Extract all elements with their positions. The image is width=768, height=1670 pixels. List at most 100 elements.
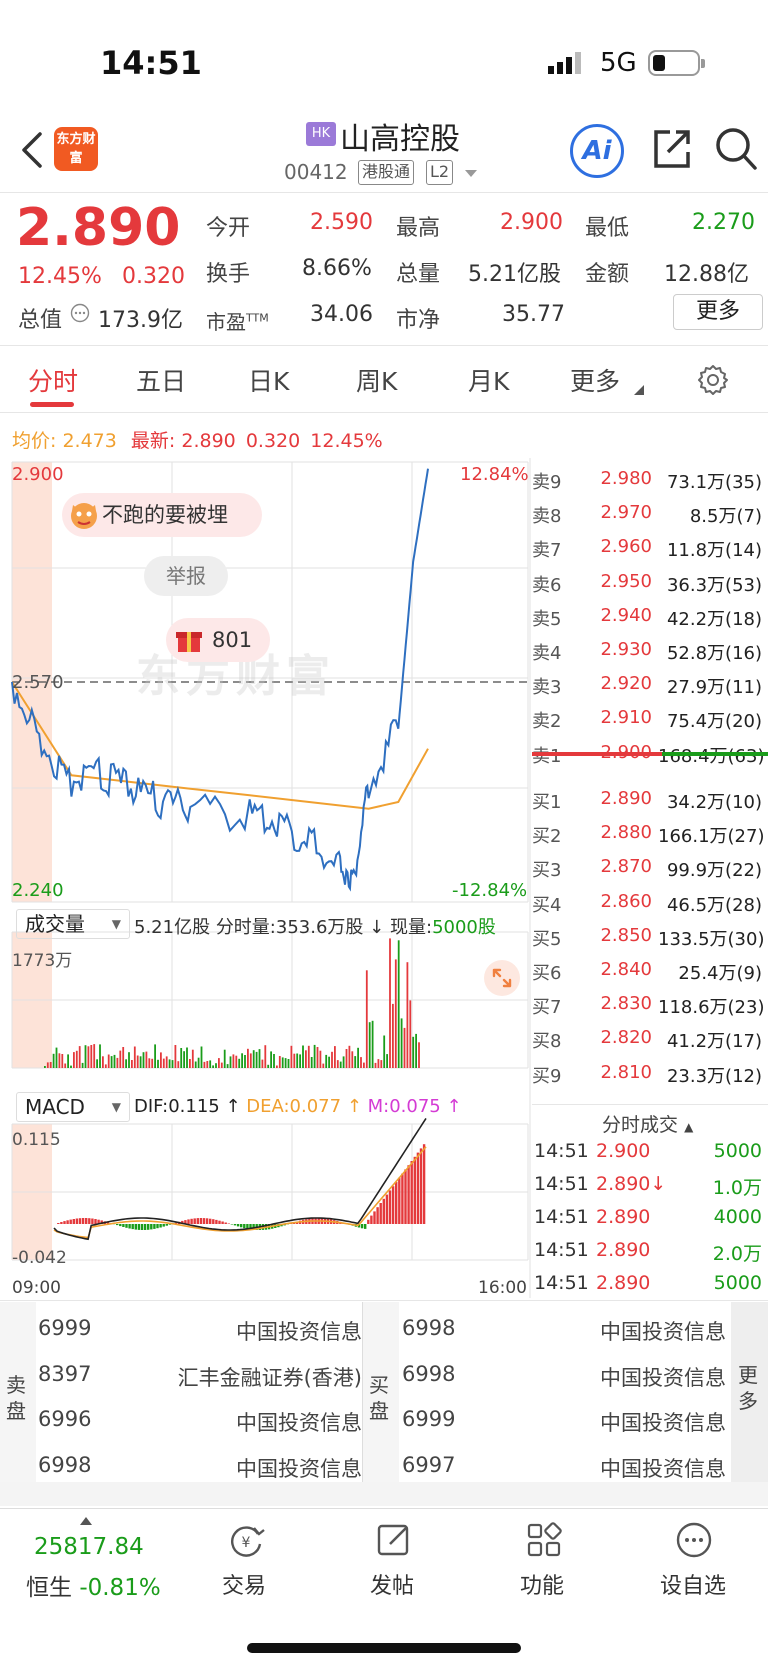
ask-row[interactable]: 卖6 2.950 36.3万(53) [532,571,768,605]
tab-more[interactable]: 更多 [570,362,620,398]
volume-bar [244,1055,246,1068]
sell-broker-row[interactable]: 6999 中国投资信息 [38,1316,362,1344]
search-icon[interactable] [714,126,758,172]
volume-bar [296,1053,299,1068]
post-icon[interactable] [374,1520,414,1560]
macd-bar [140,1224,144,1230]
ask-row[interactable]: 卖12.900168.4万(63) [532,742,768,776]
macd-bar [57,1223,60,1224]
buy-broker-row[interactable]: 6997 中国投资信息 [402,1453,726,1481]
dropdown-icon[interactable] [465,170,477,177]
ask-vol: 42.2万 [666,608,726,630]
gear-icon[interactable] [697,364,729,396]
trade-icon[interactable]: ¥ [226,1520,266,1560]
ask-vol: 73.1万 [666,472,726,493]
bid-row[interactable]: 买1 2.890 34.2万(10) [532,788,768,822]
macd-bar [224,1222,227,1224]
bid-row[interactable]: 买6 2.840 25.4万(9) [532,959,768,993]
ask-volume: 75.4万(20) [658,707,762,733]
pe-label-text: 市盈 [206,310,246,334]
volume-bar [249,1053,252,1068]
bid-row[interactable]: 买4 2.860 46.5万(28) [532,891,768,925]
bid-count: (23) [727,997,765,1019]
nav-functions[interactable]: 功能 [520,1568,564,1600]
bid-row[interactable]: 买7 2.830 118.6万(23) [532,993,768,1027]
ask-vol: 11.8万 [666,540,726,562]
index-value[interactable]: 25817.84 [34,1534,144,1560]
info-icon[interactable] [70,303,90,323]
functions-icon[interactable] [524,1520,564,1560]
volume-bar [409,1000,412,1068]
ask-row[interactable]: 卖5 2.940 42.2万(18) [532,605,768,639]
buy-broker-row[interactable]: 6998 中国投资信息 [402,1362,726,1390]
tab-intraday[interactable]: 分时 [28,362,78,398]
caret-up-icon [80,1517,92,1525]
bid-row[interactable]: 买5 2.850 133.5万(30) [532,925,768,959]
sell-broker-row[interactable]: 6996 中国投资信息 [38,1407,362,1435]
broker-code: 6999 [402,1407,456,1431]
ask-row[interactable]: 卖3 2.920 27.9万(11) [532,673,768,707]
bid-row[interactable]: 买8 2.820 41.2万(17) [532,1027,768,1061]
nav-watchlist[interactable]: 设自选 [660,1568,726,1600]
macd-bar [370,1215,373,1224]
tab-daily[interactable]: 日K [248,362,289,398]
ask-row[interactable]: 卖4 2.930 52.8万(16) [532,639,768,673]
ai-button[interactable]: Ai [570,124,624,178]
volume-bar [64,1063,67,1068]
more-quote-button[interactable]: 更多 [673,294,763,330]
sell-broker-row[interactable]: 8397 汇丰金融证券(香港) [38,1362,362,1390]
volume-bar [348,1045,351,1068]
nav-trade[interactable]: 交易 [222,1568,266,1600]
bid-row[interactable]: 买2 2.880 166.1万(27) [532,822,768,856]
buy-side-label: 买盘 [369,1373,389,1423]
tab-weekly[interactable]: 周K [356,362,397,398]
volume-bar [310,1057,313,1068]
ticks-title[interactable]: 分时成交 ▲ [602,1110,693,1137]
volume-bar [365,970,368,1068]
expand-icon[interactable] [484,960,520,996]
nav-post[interactable]: 发帖 [370,1568,414,1600]
tick-volume: 4000 [713,1206,762,1228]
index-info[interactable]: 恒生 -0.81% [26,1568,161,1602]
macd-bar [391,1186,395,1224]
bid-count: (27) [727,826,765,848]
macd-bar [379,1203,382,1224]
bid-row[interactable]: 买3 2.870 99.9万(22) [532,856,768,890]
tab-5day[interactable]: 五日 [136,362,186,398]
bid-vol: 23.3万 [666,1065,726,1087]
macd-selector[interactable]: MACD ▼ [16,1092,130,1122]
broker-name: 中国投资信息 [600,1365,726,1390]
watchlist-icon[interactable] [674,1520,714,1560]
chevron-down-icon: ▼ [111,1100,121,1114]
sell-broker-row[interactable]: 6998 中国投资信息 [38,1453,362,1481]
ask-row[interactable]: 卖9 2.980 73.1万(35) [532,468,768,502]
ask-row[interactable]: 卖8 2.970 8.5万(7) [532,502,768,536]
bid-vol: 25.4万 [678,963,737,984]
ask-vol: 52.8万 [666,643,726,664]
ask-volume: 36.3万(53) [658,571,762,597]
ask-count: (63) [727,745,765,767]
bid-row[interactable]: 买9 2.810 23.3万(12) [532,1062,768,1096]
ask-row[interactable]: 卖2 2.910 75.4万(20) [532,707,768,741]
volume-bar [186,1047,188,1068]
buy-broker-row[interactable]: 6998 中国投资信息 [402,1316,726,1344]
tag-level: L2 [426,160,454,185]
volume-bar [194,1061,197,1068]
share-icon[interactable] [650,128,692,170]
tab-monthly[interactable]: 月K [468,362,509,398]
bid-price: 2.810 [600,1061,652,1083]
pb-value: 35.77 [502,302,565,327]
macd-bar [221,1221,224,1224]
buy-broker-row[interactable]: 6999 中国投资信息 [402,1407,726,1435]
x-end-label: 16:00 [478,1278,527,1298]
report-button[interactable]: 举报 [144,556,228,596]
volume-selector[interactable]: 成交量 ▼ [16,909,130,939]
divider [0,1300,768,1301]
volume-bar [293,1053,296,1068]
back-icon[interactable] [18,130,48,170]
macd-bar [364,1224,367,1229]
bid-label: 买8 [532,1031,562,1053]
volume-bar [49,1062,52,1068]
bid-price: 2.860 [600,890,652,912]
ask-row[interactable]: 卖7 2.960 11.8万(14) [532,536,768,570]
